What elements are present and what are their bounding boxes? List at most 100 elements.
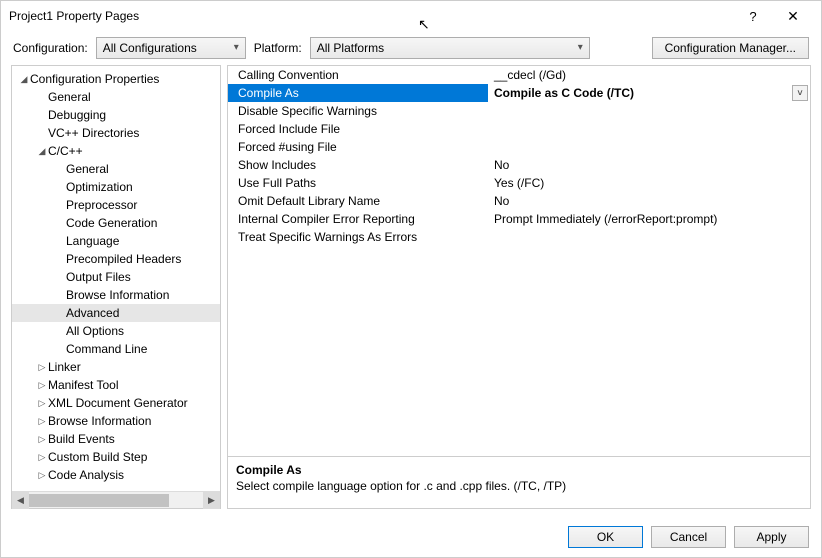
property-row[interactable]: Forced #using File — [228, 138, 810, 156]
configuration-value: All Configurations — [103, 41, 197, 55]
expanded-arrow-icon[interactable] — [18, 70, 30, 88]
tree-item-label: Optimization — [66, 178, 133, 196]
property-name: Omit Default Library Name — [228, 192, 488, 210]
tree-item-label: Custom Build Step — [48, 448, 147, 466]
property-name: Calling Convention — [228, 66, 488, 84]
collapsed-arrow-icon[interactable] — [36, 376, 48, 394]
property-row[interactable]: Forced Include File — [228, 120, 810, 138]
tree-item-label: Preprocessor — [66, 196, 137, 214]
property-name: Disable Specific Warnings — [228, 102, 488, 120]
property-value[interactable]: No — [488, 192, 810, 210]
tree-item[interactable]: All Options — [12, 322, 220, 340]
property-value[interactable] — [488, 138, 810, 156]
collapsed-arrow-icon[interactable] — [36, 466, 48, 484]
property-value[interactable] — [488, 228, 810, 246]
property-grid[interactable]: Calling Convention__cdecl (/Gd)Compile A… — [228, 66, 810, 456]
tree-item-label: Browse Information — [48, 412, 151, 430]
tree-item-label: VC++ Directories — [48, 124, 139, 142]
tree-item[interactable]: Language — [12, 232, 220, 250]
collapsed-arrow-icon[interactable] — [36, 358, 48, 376]
property-row[interactable]: Treat Specific Warnings As Errors — [228, 228, 810, 246]
platform-combo[interactable]: All Platforms ▾ — [310, 37, 590, 59]
help-button[interactable]: ? — [733, 9, 773, 24]
property-name: Compile As — [228, 84, 488, 102]
tree-item[interactable]: C/C++ — [12, 142, 220, 160]
property-row[interactable]: Use Full PathsYes (/FC) — [228, 174, 810, 192]
property-name: Internal Compiler Error Reporting — [228, 210, 488, 228]
description-body: Select compile language option for .c an… — [236, 479, 802, 493]
platform-value: All Platforms — [317, 41, 384, 55]
tree-item-label: General — [48, 88, 91, 106]
property-name: Forced Include File — [228, 120, 488, 138]
tree-item[interactable]: XML Document Generator — [12, 394, 220, 412]
property-name: Treat Specific Warnings As Errors — [228, 228, 488, 246]
collapsed-arrow-icon[interactable] — [36, 394, 48, 412]
collapsed-arrow-icon[interactable] — [36, 448, 48, 466]
configuration-combo[interactable]: All Configurations ▾ — [96, 37, 246, 59]
tree-item[interactable]: Code Analysis — [12, 466, 220, 484]
description-title: Compile As — [236, 463, 802, 477]
property-row[interactable]: Omit Default Library NameNo — [228, 192, 810, 210]
tree-item[interactable]: Configuration Properties — [12, 70, 220, 88]
tree-item[interactable]: Browse Information — [12, 286, 220, 304]
tree-item[interactable]: Browse Information — [12, 412, 220, 430]
cancel-button[interactable]: Cancel — [651, 526, 726, 548]
property-name: Use Full Paths — [228, 174, 488, 192]
property-value[interactable]: __cdecl (/Gd) — [488, 66, 810, 84]
tree-item[interactable]: Command Line — [12, 340, 220, 358]
expanded-arrow-icon[interactable] — [36, 142, 48, 160]
tree-item-label: Precompiled Headers — [66, 250, 181, 268]
tree-item[interactable]: General — [12, 88, 220, 106]
configuration-manager-button[interactable]: Configuration Manager... — [652, 37, 809, 59]
tree-item[interactable]: Optimization — [12, 178, 220, 196]
tree-item[interactable]: Code Generation — [12, 214, 220, 232]
property-value[interactable] — [488, 120, 810, 138]
tree-item[interactable]: Preprocessor — [12, 196, 220, 214]
tree-item[interactable]: Advanced — [12, 304, 220, 322]
tree-item-label: Code Generation — [66, 214, 157, 232]
property-name: Show Includes — [228, 156, 488, 174]
collapsed-arrow-icon[interactable] — [36, 430, 48, 448]
property-value[interactable]: Compile as C Code (/TC)˅ — [488, 84, 810, 102]
property-value[interactable]: Yes (/FC) — [488, 174, 810, 192]
tree-panel: Configuration PropertiesGeneralDebugging… — [11, 65, 221, 509]
ok-button[interactable]: OK — [568, 526, 643, 548]
horizontal-scrollbar[interactable]: ◀ ▶ — [12, 491, 220, 508]
property-value[interactable]: No — [488, 156, 810, 174]
configuration-label: Configuration: — [13, 41, 88, 55]
dialog-button-row: OK Cancel Apply — [1, 517, 821, 557]
apply-button[interactable]: Apply — [734, 526, 809, 548]
scroll-thumb[interactable] — [29, 494, 169, 507]
property-dropdown-button[interactable]: ˅ — [792, 85, 808, 101]
scroll-right-button[interactable]: ▶ — [203, 492, 220, 509]
property-row[interactable]: Compile AsCompile as C Code (/TC)˅ — [228, 84, 810, 102]
collapsed-arrow-icon[interactable] — [36, 412, 48, 430]
property-name: Forced #using File — [228, 138, 488, 156]
tree-item[interactable]: Precompiled Headers — [12, 250, 220, 268]
scroll-left-button[interactable]: ◀ — [12, 492, 29, 509]
property-row[interactable]: Show IncludesNo — [228, 156, 810, 174]
property-row[interactable]: Internal Compiler Error ReportingPrompt … — [228, 210, 810, 228]
tree-item-label: Linker — [48, 358, 81, 376]
tree-item[interactable]: General — [12, 160, 220, 178]
tree-item[interactable]: VC++ Directories — [12, 124, 220, 142]
tree-item[interactable]: Debugging — [12, 106, 220, 124]
description-panel: Compile As Select compile language optio… — [228, 456, 810, 508]
property-row[interactable]: Disable Specific Warnings — [228, 102, 810, 120]
close-button[interactable]: ✕ — [773, 8, 813, 25]
tree-item[interactable]: Manifest Tool — [12, 376, 220, 394]
tree-item-label: Output Files — [66, 268, 131, 286]
titlebar: Project1 Property Pages ? ✕ — [1, 1, 821, 31]
chevron-down-icon: ▾ — [578, 42, 583, 53]
tree-item[interactable]: Build Events — [12, 430, 220, 448]
tree-item-label: Configuration Properties — [30, 70, 159, 88]
property-value[interactable]: Prompt Immediately (/errorReport:prompt) — [488, 210, 810, 228]
tree-item[interactable]: Output Files — [12, 268, 220, 286]
tree-item-label: Code Analysis — [48, 466, 124, 484]
tree[interactable]: Configuration PropertiesGeneralDebugging… — [12, 66, 220, 491]
property-row[interactable]: Calling Convention__cdecl (/Gd) — [228, 66, 810, 84]
tree-item[interactable]: Custom Build Step — [12, 448, 220, 466]
tree-item[interactable]: Linker — [12, 358, 220, 376]
tree-item-label: Debugging — [48, 106, 106, 124]
property-value[interactable] — [488, 102, 810, 120]
